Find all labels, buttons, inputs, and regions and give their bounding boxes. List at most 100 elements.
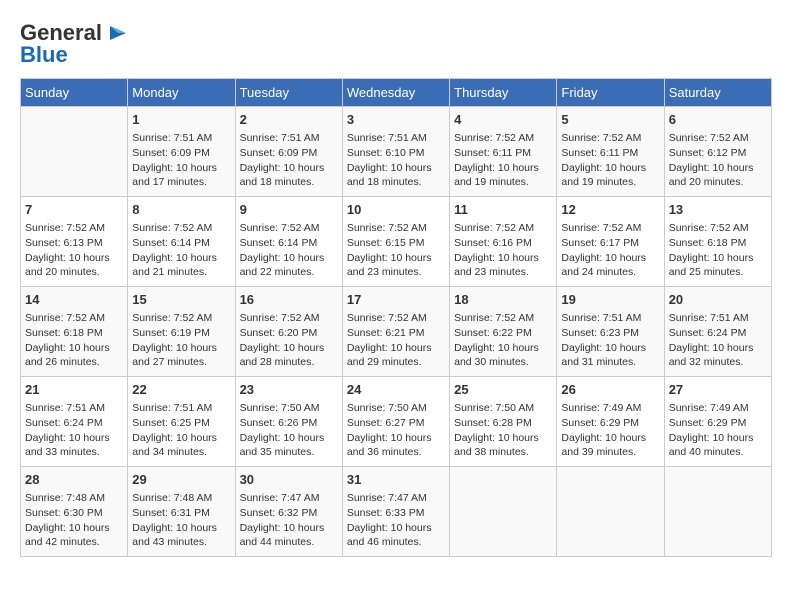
day-info: Sunrise: 7:51 AM Sunset: 6:09 PM Dayligh… [132,131,230,190]
day-info: Sunrise: 7:50 AM Sunset: 6:27 PM Dayligh… [347,401,445,460]
calendar-cell: 21Sunrise: 7:51 AM Sunset: 6:24 PM Dayli… [21,377,128,467]
day-number: 9 [240,201,338,219]
day-info: Sunrise: 7:50 AM Sunset: 6:26 PM Dayligh… [240,401,338,460]
day-number: 7 [25,201,123,219]
day-number: 5 [561,111,659,129]
day-number: 8 [132,201,230,219]
day-number: 21 [25,381,123,399]
day-number: 28 [25,471,123,489]
calendar-cell: 16 Sunrise: 7:52 AM Sunset: 6:20 PM Dayli… [235,287,342,377]
day-number: 30 [240,471,338,489]
day-number: 14 [25,291,123,309]
calendar-cell: 22 Sunrise: 7:51 AM Sunset: 6:25 PM Dayli… [128,377,235,467]
header-monday: Monday [128,79,235,107]
day-info: Sunrise: 7:52 AM Sunset: 6:18 PM Dayligh… [669,221,767,280]
day-number: 29 [132,471,230,489]
calendar-cell: 30 Sunrise: 7:47 AM Sunset: 6:32 PM Dayli… [235,467,342,557]
calendar-cell: 29 Sunrise: 7:48 AM Sunset: 6:31 PM Dayli… [128,467,235,557]
header-tuesday: Tuesday [235,79,342,107]
day-number: 27 [669,381,767,399]
day-number: 2 [240,111,338,129]
logo-blue-text: Blue [20,42,68,68]
day-number: 25 [454,381,552,399]
day-info: Sunrise: 7:51 AM Sunset: 6:23 PM Dayligh… [561,311,659,370]
calendar-cell: 23 Sunrise: 7:50 AM Sunset: 6:26 PM Dayli… [235,377,342,467]
day-info: Sunrise: 7:48 AM Sunset: 6:31 PM Dayligh… [132,491,230,550]
day-info: Sunrise: 7:52 AM Sunset: 6:20 PM Dayligh… [240,311,338,370]
day-info: Sunrise: 7:51 AM Sunset: 6:25 PM Dayligh… [132,401,230,460]
calendar-cell [450,467,557,557]
day-number: 22 [132,381,230,399]
calendar-cell: 24Sunrise: 7:50 AM Sunset: 6:27 PM Dayli… [342,377,449,467]
day-info: Sunrise: 7:52 AM Sunset: 6:21 PM Dayligh… [347,311,445,370]
day-number: 11 [454,201,552,219]
day-info: Sunrise: 7:50 AM Sunset: 6:28 PM Dayligh… [454,401,552,460]
day-number: 18 [454,291,552,309]
header-sunday: Sunday [21,79,128,107]
calendar-cell: 31Sunrise: 7:47 AM Sunset: 6:33 PM Dayli… [342,467,449,557]
calendar-table: SundayMondayTuesdayWednesdayThursdayFrid… [20,78,772,557]
day-info: Sunrise: 7:47 AM Sunset: 6:33 PM Dayligh… [347,491,445,550]
day-number: 16 [240,291,338,309]
day-number: 15 [132,291,230,309]
calendar-cell: 9 Sunrise: 7:52 AM Sunset: 6:14 PM Daylig… [235,197,342,287]
calendar-cell: 2 Sunrise: 7:51 AM Sunset: 6:09 PM Daylig… [235,107,342,197]
calendar-cell: 10Sunrise: 7:52 AM Sunset: 6:15 PM Dayli… [342,197,449,287]
day-info: Sunrise: 7:52 AM Sunset: 6:16 PM Dayligh… [454,221,552,280]
header-friday: Friday [557,79,664,107]
calendar-cell [664,467,771,557]
day-info: Sunrise: 7:52 AM Sunset: 6:14 PM Dayligh… [132,221,230,280]
calendar-week-3: 21Sunrise: 7:51 AM Sunset: 6:24 PM Dayli… [21,377,772,467]
day-info: Sunrise: 7:51 AM Sunset: 6:09 PM Dayligh… [240,131,338,190]
calendar-cell: 26Sunrise: 7:49 AM Sunset: 6:29 PM Dayli… [557,377,664,467]
day-number: 19 [561,291,659,309]
day-number: 4 [454,111,552,129]
day-info: Sunrise: 7:52 AM Sunset: 6:14 PM Dayligh… [240,221,338,280]
day-number: 23 [240,381,338,399]
calendar-cell: 14 Sunrise: 7:52 AM Sunset: 6:18 PM Dayli… [21,287,128,377]
calendar-cell: 19 Sunrise: 7:51 AM Sunset: 6:23 PM Dayli… [557,287,664,377]
day-number: 12 [561,201,659,219]
day-info: Sunrise: 7:52 AM Sunset: 6:22 PM Dayligh… [454,311,552,370]
calendar-header-row: SundayMondayTuesdayWednesdayThursdayFrid… [21,79,772,107]
calendar-cell: 17Sunrise: 7:52 AM Sunset: 6:21 PM Dayli… [342,287,449,377]
calendar-week-4: 28Sunrise: 7:48 AM Sunset: 6:30 PM Dayli… [21,467,772,557]
calendar-cell: 1 Sunrise: 7:51 AM Sunset: 6:09 PM Daylig… [128,107,235,197]
calendar-cell: 13Sunrise: 7:52 AM Sunset: 6:18 PM Dayli… [664,197,771,287]
calendar-cell: 8 Sunrise: 7:52 AM Sunset: 6:14 PM Daylig… [128,197,235,287]
calendar-week-2: 14 Sunrise: 7:52 AM Sunset: 6:18 PM Dayli… [21,287,772,377]
day-info: Sunrise: 7:51 AM Sunset: 6:24 PM Dayligh… [669,311,767,370]
header-thursday: Thursday [450,79,557,107]
calendar-cell: 12 Sunrise: 7:52 AM Sunset: 6:17 PM Dayli… [557,197,664,287]
day-info: Sunrise: 7:51 AM Sunset: 6:10 PM Dayligh… [347,131,445,190]
day-info: Sunrise: 7:52 AM Sunset: 6:17 PM Dayligh… [561,221,659,280]
calendar-cell: 11 Sunrise: 7:52 AM Sunset: 6:16 PM Dayli… [450,197,557,287]
calendar-cell [21,107,128,197]
logo: General Blue [20,20,126,68]
calendar-cell: 3Sunrise: 7:51 AM Sunset: 6:10 PM Daylig… [342,107,449,197]
day-info: Sunrise: 7:52 AM Sunset: 6:11 PM Dayligh… [561,131,659,190]
day-info: Sunrise: 7:52 AM Sunset: 6:12 PM Dayligh… [669,131,767,190]
day-info: Sunrise: 7:52 AM Sunset: 6:18 PM Dayligh… [25,311,123,370]
calendar-cell: 4 Sunrise: 7:52 AM Sunset: 6:11 PM Daylig… [450,107,557,197]
logo-bird-icon [104,22,126,44]
day-info: Sunrise: 7:47 AM Sunset: 6:32 PM Dayligh… [240,491,338,550]
day-number: 26 [561,381,659,399]
header-wednesday: Wednesday [342,79,449,107]
calendar-cell: 15 Sunrise: 7:52 AM Sunset: 6:19 PM Dayli… [128,287,235,377]
day-info: Sunrise: 7:52 AM Sunset: 6:15 PM Dayligh… [347,221,445,280]
day-number: 20 [669,291,767,309]
calendar-cell: 18 Sunrise: 7:52 AM Sunset: 6:22 PM Dayli… [450,287,557,377]
day-info: Sunrise: 7:52 AM Sunset: 6:11 PM Dayligh… [454,131,552,190]
calendar-cell: 6 Sunrise: 7:52 AM Sunset: 6:12 PM Daylig… [664,107,771,197]
calendar-week-0: 1 Sunrise: 7:51 AM Sunset: 6:09 PM Daylig… [21,107,772,197]
calendar-cell: 20 Sunrise: 7:51 AM Sunset: 6:24 PM Dayli… [664,287,771,377]
calendar-cell: 7Sunrise: 7:52 AM Sunset: 6:13 PM Daylig… [21,197,128,287]
calendar-cell [557,467,664,557]
day-info: Sunrise: 7:52 AM Sunset: 6:19 PM Dayligh… [132,311,230,370]
day-number: 1 [132,111,230,129]
logo-combined: General Blue [20,20,126,68]
calendar-cell: 5 Sunrise: 7:52 AM Sunset: 6:11 PM Daylig… [557,107,664,197]
day-number: 6 [669,111,767,129]
calendar-cell: 28Sunrise: 7:48 AM Sunset: 6:30 PM Dayli… [21,467,128,557]
